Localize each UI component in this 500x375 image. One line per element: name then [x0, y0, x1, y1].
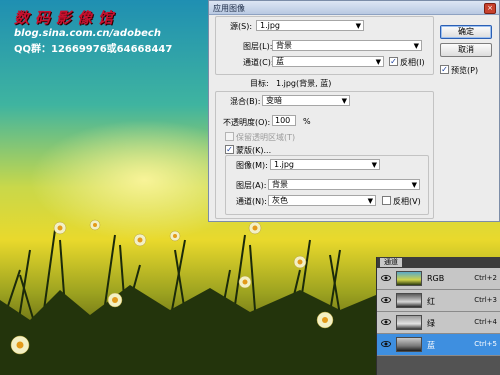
channel-thumbnail: [396, 271, 422, 286]
chevron-down-icon: ▼: [341, 97, 347, 105]
channel-name: 蓝: [427, 341, 435, 350]
channel-thumbnail: [396, 293, 422, 308]
chevron-down-icon: ▼: [375, 58, 381, 66]
channel-row-blue[interactable]: 蓝 Ctrl+5: [377, 334, 500, 356]
channel-row-green[interactable]: 绿 Ctrl+4: [377, 312, 500, 334]
layer-label: 图层(L):: [243, 42, 273, 51]
watermark-title: 数码影像馆: [14, 9, 120, 27]
preserve-transparency-label: 保留透明区域(T): [236, 133, 296, 142]
watermark-qq-group: QQ群：12669976或64668447: [14, 44, 173, 55]
chevron-down-icon: ▼: [367, 197, 373, 205]
channel-thumbnail: [396, 337, 422, 352]
channel-thumbnail: [396, 315, 422, 330]
channel-select[interactable]: 蓝 ▼: [272, 56, 384, 67]
eye-icon[interactable]: [381, 339, 391, 349]
dialog-titlebar[interactable]: 应用图像 ×: [209, 1, 499, 15]
channel-select-value: 蓝: [276, 57, 284, 66]
mask-channel-label: 通道(N):: [236, 197, 267, 206]
mask-channel-select-value: 灰色: [272, 196, 288, 205]
channel-row-rgb[interactable]: RGB Ctrl+2: [377, 268, 500, 290]
channel-name: 红: [427, 297, 435, 306]
dialog-title: 应用图像: [213, 4, 245, 13]
blending-select-value: 变暗: [266, 96, 282, 105]
opacity-unit: %: [303, 117, 311, 126]
channels-panel: 通道 RGB Ctrl+2 红 Ctrl+3 绿 Ctrl+4 蓝 Ctrl+5: [376, 257, 500, 375]
opacity-label: 不透明度(O):: [223, 118, 271, 127]
mask-image-select[interactable]: 1.jpg ▼: [270, 159, 380, 170]
mask-layer-select-value: 背景: [272, 180, 288, 189]
mask-image-label: 图像(M):: [236, 161, 268, 170]
chevron-down-icon: ▼: [413, 42, 419, 50]
channel-shortcut: Ctrl+4: [474, 318, 497, 326]
channel-row-red[interactable]: 红 Ctrl+3: [377, 290, 500, 312]
mask-channel-select[interactable]: 灰色 ▼: [268, 195, 376, 206]
source-select-value: 1.jpg: [260, 21, 281, 30]
channel-shortcut: Ctrl+5: [474, 340, 497, 348]
eye-icon[interactable]: [381, 295, 391, 305]
source-label: 源(S):: [230, 22, 253, 31]
channel-label: 通道(C):: [243, 58, 274, 67]
layer-select-value: 背景: [276, 41, 292, 50]
cancel-button[interactable]: 取消: [440, 43, 492, 57]
close-icon[interactable]: ×: [484, 3, 496, 14]
blending-label: 混合(B):: [230, 97, 261, 106]
eye-icon[interactable]: [381, 317, 391, 327]
ok-button[interactable]: 确定: [440, 25, 492, 39]
layer-select[interactable]: 背景 ▼: [272, 40, 422, 51]
mask-invert-checkbox[interactable]: [382, 196, 391, 205]
channels-tab-bar: 通道: [377, 257, 500, 268]
chevron-down-icon: ▼: [371, 161, 377, 169]
chevron-down-icon: ▼: [355, 22, 361, 30]
mask-invert-label: 反相(V): [393, 197, 421, 206]
channel-name: RGB: [427, 274, 445, 283]
channel-name: 绿: [427, 319, 435, 328]
tab-channels[interactable]: 通道: [380, 258, 402, 267]
invert-checkbox[interactable]: ✓: [389, 57, 398, 66]
chevron-down-icon: ▼: [411, 181, 417, 189]
channel-shortcut: Ctrl+3: [474, 296, 497, 304]
watermark-blog-url: blog.sina.com.cn/adobech: [14, 28, 161, 39]
preview-label: 预览(P): [451, 66, 479, 75]
target-label: 目标:: [250, 79, 269, 88]
preserve-transparency-checkbox[interactable]: [225, 132, 234, 141]
mask-checkbox[interactable]: ✓: [225, 145, 234, 154]
mask-layer-select[interactable]: 背景 ▼: [268, 179, 420, 190]
eye-icon[interactable]: [381, 273, 391, 283]
channel-shortcut: Ctrl+2: [474, 274, 497, 282]
opacity-input[interactable]: 100: [272, 115, 296, 126]
source-select[interactable]: 1.jpg ▼: [256, 20, 364, 31]
blending-select[interactable]: 变暗 ▼: [262, 95, 350, 106]
target-value: 1.jpg(背景, 蓝): [276, 79, 332, 88]
invert-label: 反相(I): [400, 58, 425, 67]
mask-image-select-value: 1.jpg: [274, 160, 295, 169]
mask-layer-label: 图层(A):: [236, 181, 267, 190]
preview-checkbox[interactable]: ✓: [440, 65, 449, 74]
